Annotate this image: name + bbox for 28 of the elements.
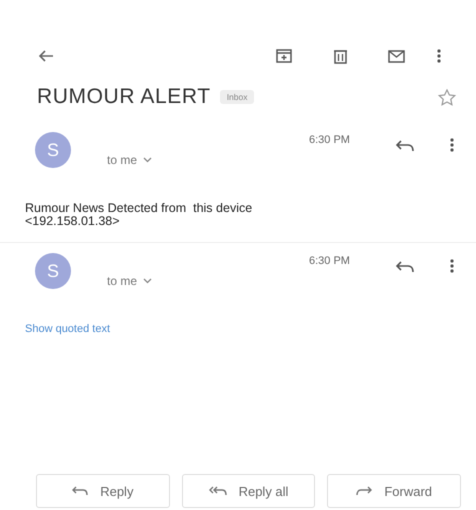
- recipient-label: to me: [107, 153, 138, 167]
- chevron-icon[interactable]: [143, 157, 152, 163]
- inbox-label: Inbox: [220, 90, 254, 104]
- show-quoted-text-link[interactable]: Show quoted text: [25, 323, 110, 336]
- archive-icon[interactable]: [276, 49, 292, 63]
- mail-icon[interactable]: [388, 50, 404, 62]
- forward-icon: [356, 486, 372, 496]
- avatar: S: [35, 132, 71, 168]
- back-icon[interactable]: [38, 50, 54, 62]
- reply-all-icon: [208, 486, 227, 496]
- star-icon[interactable]: [438, 88, 456, 106]
- more-icon[interactable]: [450, 259, 454, 274]
- recipient-label: to me: [107, 274, 138, 288]
- reply-icon: [72, 486, 88, 496]
- message-body: Rumour News Detected from this device <192.158.01.38>: [24, 200, 254, 228]
- reply-icon[interactable]: [396, 140, 414, 152]
- trash-icon[interactable]: [334, 48, 346, 64]
- more-icon[interactable]: [437, 49, 441, 63]
- forward-button[interactable]: Forward: [327, 474, 462, 508]
- avatar: S: [35, 253, 71, 290]
- message-time: 6:30 PM: [309, 134, 351, 146]
- email-subject: RUMOUR ALERT: [37, 85, 211, 109]
- reply-icon[interactable]: [396, 261, 414, 274]
- reply-button[interactable]: Reply: [36, 474, 170, 508]
- message-time: 6:30 PM: [309, 255, 351, 268]
- chevron-icon[interactable]: [143, 278, 152, 284]
- reply-all-button[interactable]: Reply all: [182, 474, 316, 508]
- more-icon[interactable]: [450, 138, 454, 152]
